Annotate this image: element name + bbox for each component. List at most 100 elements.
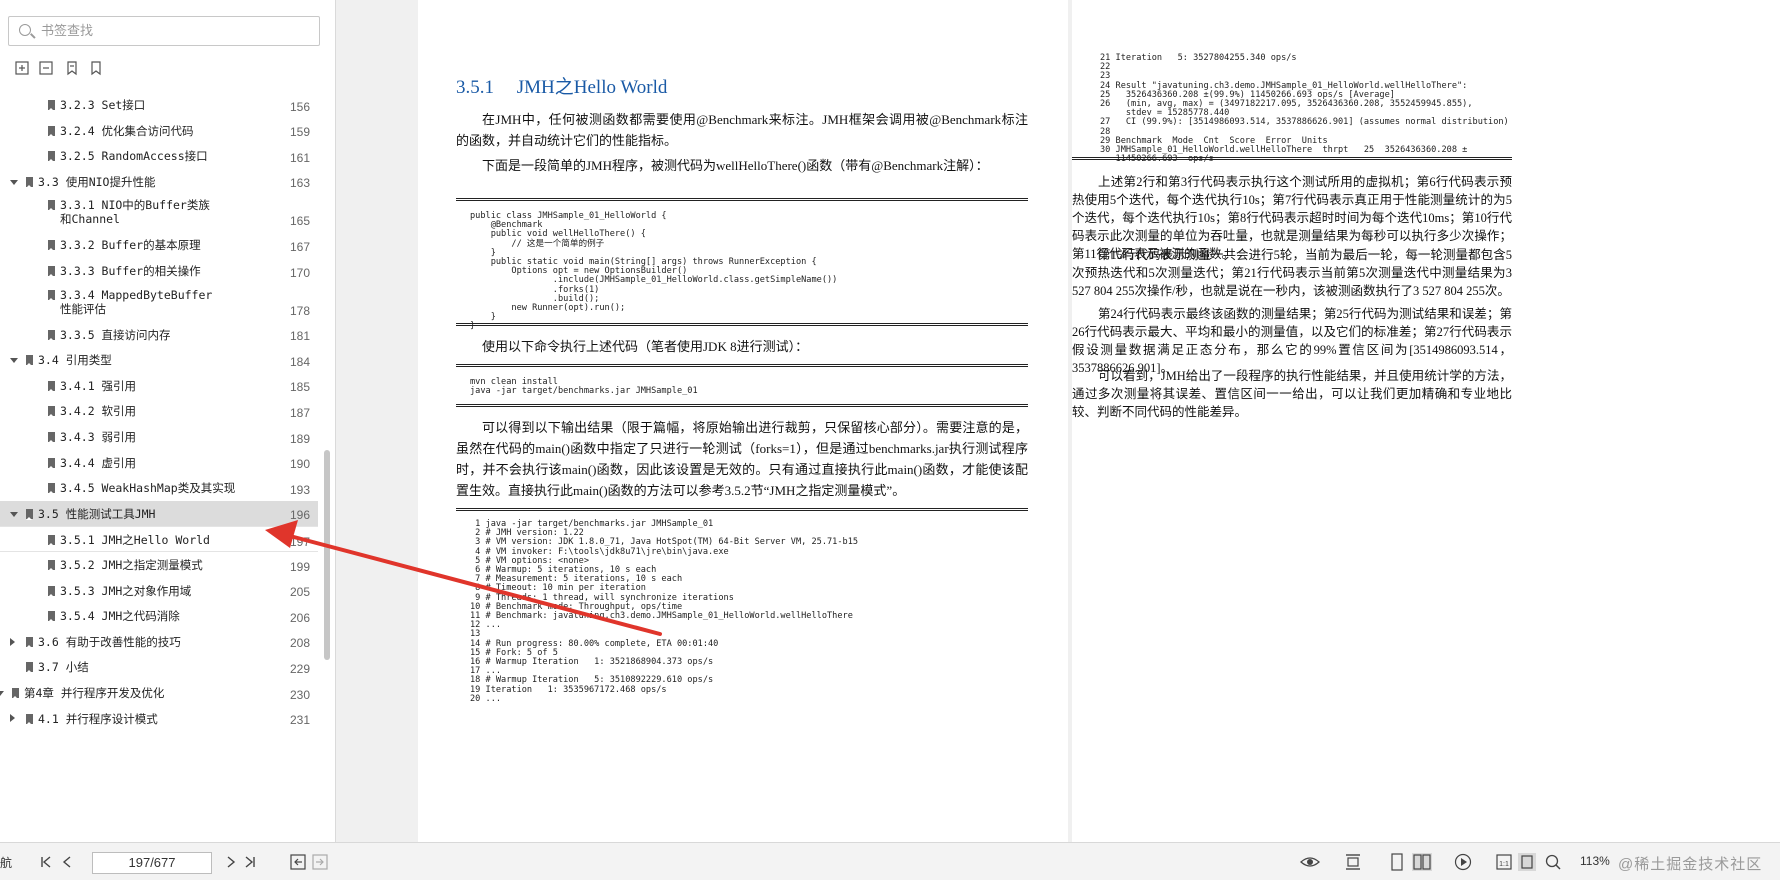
toc-item[interactable]: 3.5 性能测试工具JMH 196 xyxy=(0,500,318,527)
toc-item-page: 185 xyxy=(289,380,310,395)
toc-item[interactable]: 3.3.4 MappedByteBuffer性能评估 178 xyxy=(0,284,318,322)
page-right: 21 Iteration 5: 3527804255.340 ops/s 22 … xyxy=(1072,0,1780,842)
toc-item[interactable]: 4.1 并行程序设计模式 231 xyxy=(0,706,318,732)
document-viewer[interactable]: 3.5.1 JMH之Hello World 在JMH中，任何被测函数都需要使用@… xyxy=(336,0,1780,842)
section-title: JMH之Hello World xyxy=(516,77,668,98)
page-number-input[interactable]: 197/677 xyxy=(92,852,212,874)
zoom-out-icon[interactable] xyxy=(1544,853,1562,871)
next-page-icon[interactable] xyxy=(226,853,236,871)
toc-item[interactable]: 3.3.1 NIO中的Buffer类族和Channel 165 xyxy=(0,194,318,232)
bookmark-icon xyxy=(48,457,55,469)
toc-scrollbar[interactable] xyxy=(324,450,330,660)
collapse-all-icon[interactable] xyxy=(38,60,54,76)
single-page-icon[interactable] xyxy=(1390,853,1404,871)
toc-item-label: 3.3 使用NIO提升性能 xyxy=(38,174,156,189)
toc-item[interactable]: 3.5.2 JMH之指定测量模式 199 xyxy=(0,552,318,578)
toc-item-label: 3.5.1 JMH之Hello World xyxy=(60,533,210,548)
toc-item-label: 3.2.4 优化集合访问代码 xyxy=(60,123,194,138)
watermark: @稀土掘金技术社区 xyxy=(1618,856,1763,873)
collapse-arrow-icon[interactable] xyxy=(10,511,18,517)
last-page-icon[interactable] xyxy=(244,853,256,871)
code-block: 21 Iteration 5: 3527804255.340 ops/s 22 … xyxy=(1100,53,1509,165)
toc-item[interactable]: 3.3.2 Buffer的基本原理 167 xyxy=(0,232,318,258)
fit-width-icon[interactable] xyxy=(1344,853,1362,871)
toc-item[interactable]: 3.4.1 强引用 185 xyxy=(0,373,318,399)
toc-item-page: 187 xyxy=(289,405,310,420)
toc-item[interactable]: 3.4.5 WeakHashMap类及其实现 193 xyxy=(0,475,318,501)
toc-item[interactable]: 3.4 引用类型 184 xyxy=(0,347,318,373)
toc-item[interactable]: 3.3.3 Buffer的相关操作 170 xyxy=(0,258,318,284)
bookmark-icon[interactable] xyxy=(88,60,104,76)
toc-item-page: 170 xyxy=(289,265,310,280)
toc-item[interactable]: 第4章 并行程序开发及优化 230 xyxy=(0,680,318,706)
toc-item[interactable]: 3.5.3 JMH之对象作用域 205 xyxy=(0,578,318,604)
toc-item-label: 3.4.5 WeakHashMap类及其实现 xyxy=(60,481,236,496)
toc-item[interactable]: 3.2.5 RandomAccess接口 161 xyxy=(0,143,318,169)
toc-item[interactable]: 3.3 使用NIO提升性能 163 xyxy=(0,169,318,195)
toc-item-page: 208 xyxy=(289,636,310,651)
eye-icon[interactable] xyxy=(1300,853,1320,871)
zoom-level[interactable]: 113% xyxy=(1580,854,1610,868)
code-rule xyxy=(456,323,1028,326)
bookmark-search-box[interactable] xyxy=(8,16,320,46)
toc-item-label: 第4章 并行程序开发及优化 xyxy=(24,686,165,700)
bookmark-icon xyxy=(48,585,55,597)
collapse-arrow-icon[interactable] xyxy=(10,357,18,363)
paragraph: 在JMH中，任何被测函数都需要使用@Benchmark来标注。JMH框架会调用被… xyxy=(456,112,1028,148)
toc-item-page: 231 xyxy=(289,713,310,728)
toc-item-page: 161 xyxy=(289,150,310,165)
pdf-reader-window: 3.2.3 Set接口 156 3.2.4 优化集合访问代码 159 3.2.5 Ran… xyxy=(0,0,1780,880)
bookmark-icon xyxy=(48,240,55,252)
toc-item-page: 178 xyxy=(289,303,310,318)
actual-size-icon[interactable]: 1:1 xyxy=(1496,853,1512,871)
bookmark-search-input[interactable] xyxy=(41,21,311,41)
toc-item[interactable]: 3.4.3 弱引用 189 xyxy=(0,424,318,450)
bookmark-icon xyxy=(26,176,33,188)
toc-item[interactable]: 3.6 有助于改善性能的技巧 208 xyxy=(0,629,318,655)
toc-item[interactable]: 3.2.3 Set接口 156 xyxy=(0,92,318,118)
toc-item[interactable]: 3.3.5 直接访问内存 181 xyxy=(0,322,318,348)
collapse-arrow-icon[interactable] xyxy=(0,690,4,696)
toc-item-page: 189 xyxy=(289,431,310,446)
previous-page-icon[interactable] xyxy=(62,853,72,871)
bookmark-icon xyxy=(48,483,55,495)
expand-all-icon[interactable] xyxy=(14,60,30,76)
toc-item-page: 197 xyxy=(289,534,310,549)
code-block: mvn clean install java -jar target/bench… xyxy=(470,377,698,397)
add-bookmark-icon[interactable] xyxy=(64,60,80,76)
toc-item[interactable]: 3.5.1 JMH之Hello World 197 xyxy=(0,526,318,552)
bookmark-icon xyxy=(48,535,55,547)
toc-item-label: 3.3.5 直接访问内存 xyxy=(60,327,171,342)
toc-item[interactable]: 3.2.4 优化集合访问代码 159 xyxy=(0,118,318,144)
two-page-icon[interactable] xyxy=(1412,853,1432,871)
toc-item-label: 3.4.1 强引用 xyxy=(60,378,137,393)
toc-item-label: 3.5.2 JMH之指定测量模式 xyxy=(60,558,203,572)
section-heading: 3.5.1 JMH之Hello World xyxy=(456,72,667,99)
toc-item-page: 205 xyxy=(289,585,310,600)
toc-item[interactable]: 3.4.4 虚引用 190 xyxy=(0,450,318,476)
toc-item-page: 181 xyxy=(289,329,310,344)
expand-arrow-icon[interactable] xyxy=(10,637,15,646)
toc-item[interactable]: 3.5.4 JMH之代码消除 206 xyxy=(0,603,318,629)
toc-item-page: 165 xyxy=(289,214,310,229)
bookmark-icon xyxy=(12,688,19,699)
first-page-icon[interactable] xyxy=(40,853,52,871)
collapse-arrow-icon[interactable] xyxy=(10,179,18,185)
bookmark-icon xyxy=(26,662,33,674)
code-block: 1 java -jar target/benchmarks.jar JMHSam… xyxy=(470,519,859,704)
forward-icon[interactable] xyxy=(312,853,328,871)
search-icon xyxy=(19,24,31,36)
toc-item-label: 3.5.3 JMH之对象作用域 xyxy=(60,583,192,598)
toc-item[interactable]: 3.7 小结 229 xyxy=(0,654,318,680)
code-rule xyxy=(456,508,1028,511)
toc-item-label: 3.4.2 软引用 xyxy=(60,404,137,419)
bookmark-icon xyxy=(48,329,55,341)
bookmark-icon xyxy=(48,100,55,111)
toc-item[interactable]: 3.4.2 软引用 187 xyxy=(0,398,318,424)
toc-item-page: 184 xyxy=(289,354,310,369)
bookmark-icon xyxy=(48,266,55,277)
play-icon[interactable] xyxy=(1454,853,1472,871)
fit-page-icon[interactable] xyxy=(1518,853,1536,871)
back-icon[interactable] xyxy=(290,853,306,871)
expand-arrow-icon[interactable] xyxy=(10,714,15,723)
